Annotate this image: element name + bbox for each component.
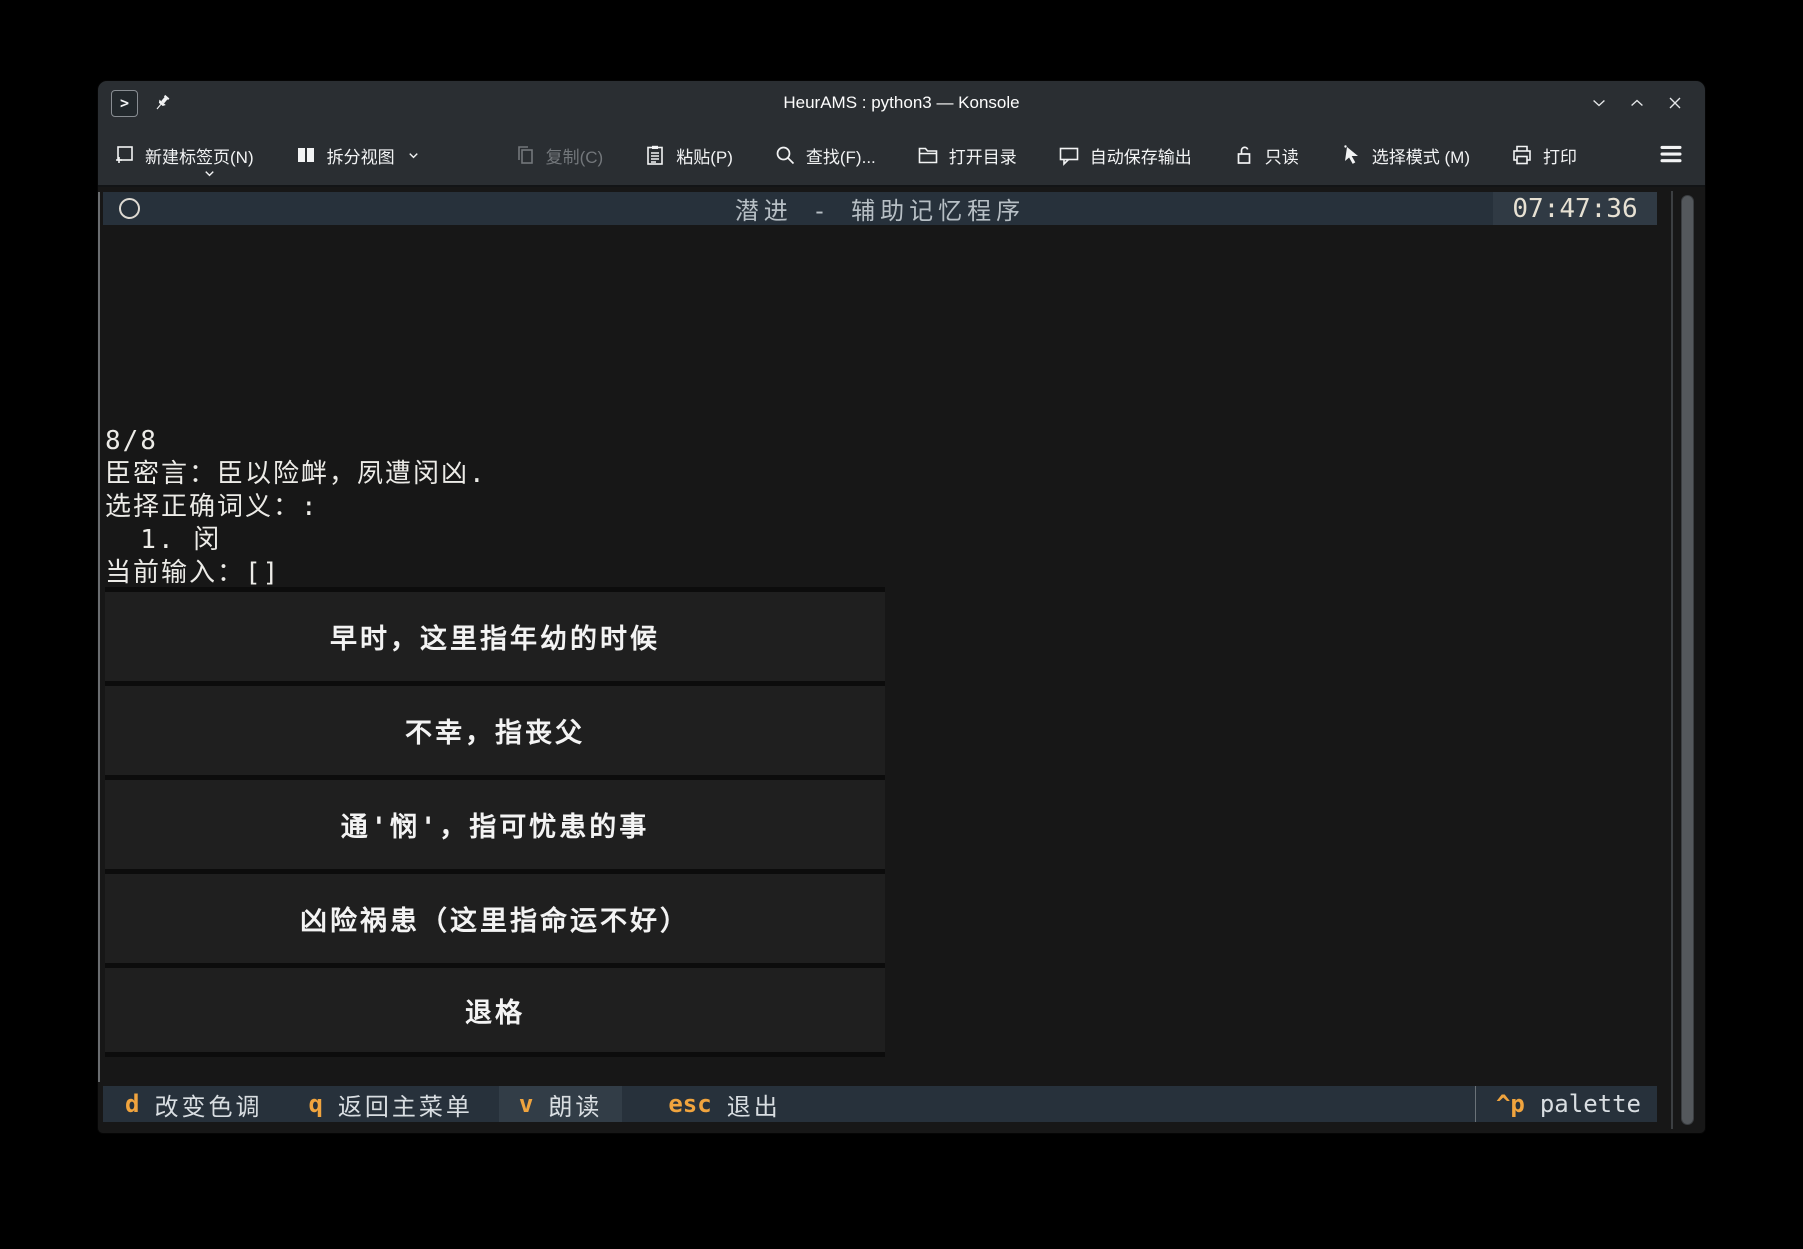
- maximize-button[interactable]: [1625, 91, 1649, 115]
- option-button[interactable]: 通'悯'，指可忧患的事: [105, 775, 885, 869]
- toolbar-button-label: 打印: [1543, 143, 1577, 168]
- shortcut-label: 改变色调: [154, 1087, 262, 1122]
- pin-icon[interactable]: [151, 92, 173, 114]
- option-button[interactable]: 早时，这里指年幼的时候: [105, 587, 885, 681]
- statusbar-item-d[interactable]: d 改变色调: [125, 1086, 262, 1122]
- option-button[interactable]: 凶险祸患（这里指命运不好）: [105, 869, 885, 963]
- clock: 07:47:36: [1493, 192, 1657, 225]
- toolbar-button-label: 新建标签页(N): [145, 143, 254, 168]
- shortcut-key: esc: [668, 1090, 711, 1118]
- tui-statusbar: d 改变色调 q 返回主菜单 v 朗读 esc 退出 ^p palette: [103, 1086, 1657, 1122]
- toolbar-button-label: 打开目录: [949, 143, 1017, 168]
- option-button[interactable]: 退格: [105, 963, 885, 1057]
- toolbar-button-label: 复制(C): [546, 143, 604, 168]
- option-label: 退格: [465, 991, 525, 1030]
- option-label: 早时，这里指年幼的时候: [330, 617, 660, 656]
- toolbar-button-split-view[interactable]: 拆分视图: [294, 143, 421, 168]
- shortcut-key: q: [308, 1090, 322, 1118]
- option-label: 不幸，指丧父: [405, 711, 585, 750]
- statusbar-item-v[interactable]: v 朗读: [499, 1086, 622, 1122]
- toolbar-button-label: 选择模式 (M): [1372, 143, 1470, 168]
- chevron-down-icon[interactable]: [406, 148, 421, 163]
- tui-left-border: [98, 192, 100, 1082]
- toolbar-button-label: 粘贴(P): [676, 143, 733, 168]
- scrollbar-thumb[interactable]: [1681, 195, 1694, 1125]
- paste-icon: [643, 143, 667, 167]
- titlebar[interactable]: > HeurAMS : python3 — Konsole: [98, 81, 1705, 125]
- copy-icon: [513, 143, 537, 167]
- split-view-icon: [294, 143, 318, 167]
- toolbar-button-print[interactable]: 打印: [1510, 143, 1577, 168]
- tui-title: 潜进 - 辅助记忆程序: [103, 191, 1657, 226]
- palette-label: palette: [1540, 1090, 1641, 1118]
- option-label: 通'悯'，指可忧患的事: [341, 805, 650, 844]
- toolbar-button-paste[interactable]: 粘贴(P): [643, 143, 733, 168]
- shortcut-key: v: [519, 1090, 533, 1118]
- konsole-window: > HeurAMS : python3 — Konsole 新建标签页(N) 拆分…: [98, 81, 1705, 1133]
- tui-header-bar: 潜进 - 辅助记忆程序 07:47:36: [103, 192, 1657, 225]
- search-icon: [773, 143, 797, 167]
- toolbar-button-read-only[interactable]: 只读: [1232, 143, 1299, 168]
- toolbar-button-label: 只读: [1265, 143, 1299, 168]
- statusbar-item-esc[interactable]: esc 退出: [668, 1086, 780, 1122]
- statusbar-separator: [1475, 1086, 1476, 1122]
- toolbar-button-new-tab[interactable]: 新建标签页(N): [112, 143, 254, 168]
- select-cursor-icon: [1339, 143, 1363, 167]
- close-button[interactable]: [1663, 91, 1687, 115]
- option-button[interactable]: 不幸，指丧父: [105, 681, 885, 775]
- toolbar-button-find[interactable]: 查找(F)...: [773, 143, 876, 168]
- answer-options: 早时，这里指年幼的时候不幸，指丧父通'悯'，指可忧患的事凶险祸患（这里指命运不好…: [105, 587, 885, 1057]
- toolbar-button-copy[interactable]: 复制(C): [513, 143, 604, 168]
- menu-button[interactable]: [1657, 140, 1687, 170]
- toolbar-button-autosave-output[interactable]: 自动保存输出: [1057, 143, 1192, 168]
- shortcut-label: 返回主菜单: [338, 1087, 473, 1122]
- statusbar-item-q[interactable]: q 返回主菜单: [308, 1086, 472, 1122]
- terminal-text-line: 当前输入：[]: [105, 557, 487, 590]
- terminal-text-line: 8/8: [105, 425, 487, 458]
- window-controls: [1587, 91, 1705, 115]
- toolbar-button-select-mode[interactable]: 选择模式 (M): [1339, 143, 1470, 168]
- terminal-text-line: 1. 闵: [105, 524, 487, 557]
- chevron-down-icon[interactable]: [202, 166, 217, 181]
- toolbar-button-label: 拆分视图: [327, 143, 395, 168]
- option-label: 凶险祸患（这里指命运不好）: [300, 899, 690, 938]
- terminal-text: 8/8臣密言：臣以险衅，夙遭闵凶.选择正确词义：: 1. 闵当前输入：[]: [105, 425, 487, 590]
- shortcut-label: 朗读: [548, 1087, 602, 1122]
- konsole-app-icon[interactable]: >: [111, 90, 138, 117]
- autosave-output-icon: [1057, 143, 1081, 167]
- printer-icon: [1510, 143, 1534, 167]
- desktop: > HeurAMS : python3 — Konsole 新建标签页(N) 拆分…: [0, 0, 1803, 1249]
- toolbar-button-label: 查找(F)...: [806, 143, 876, 168]
- toolbar-button-label: 自动保存输出: [1090, 143, 1192, 168]
- unlock-icon: [1232, 143, 1256, 167]
- toolbar: 新建标签页(N) 拆分视图 复制(C) 粘贴(P) 查找(F)... 打开目录 自动保存输出…: [98, 125, 1705, 187]
- shortcut-label: 退出: [727, 1087, 781, 1122]
- palette-shortcut[interactable]: ^p palette: [1475, 1086, 1657, 1122]
- terminal-view[interactable]: 潜进 - 辅助记忆程序 07:47:36 8/8臣密言：臣以险衅，夙遭闵凶.选择…: [98, 187, 1705, 1133]
- window-title: HeurAMS : python3 — Konsole: [98, 93, 1705, 113]
- minimize-button[interactable]: [1587, 91, 1611, 115]
- palette-key: ^p: [1496, 1090, 1525, 1118]
- terminal-text-line: 臣密言：臣以险衅，夙遭闵凶.: [105, 458, 487, 491]
- folder-icon: [916, 143, 940, 167]
- scrollbar-track-line: [1671, 191, 1673, 1129]
- toolbar-button-open-directory[interactable]: 打开目录: [916, 143, 1017, 168]
- new-tab-icon: [112, 143, 136, 167]
- terminal-text-line: 选择正确词义：:: [105, 491, 487, 524]
- shortcut-key: d: [125, 1090, 139, 1118]
